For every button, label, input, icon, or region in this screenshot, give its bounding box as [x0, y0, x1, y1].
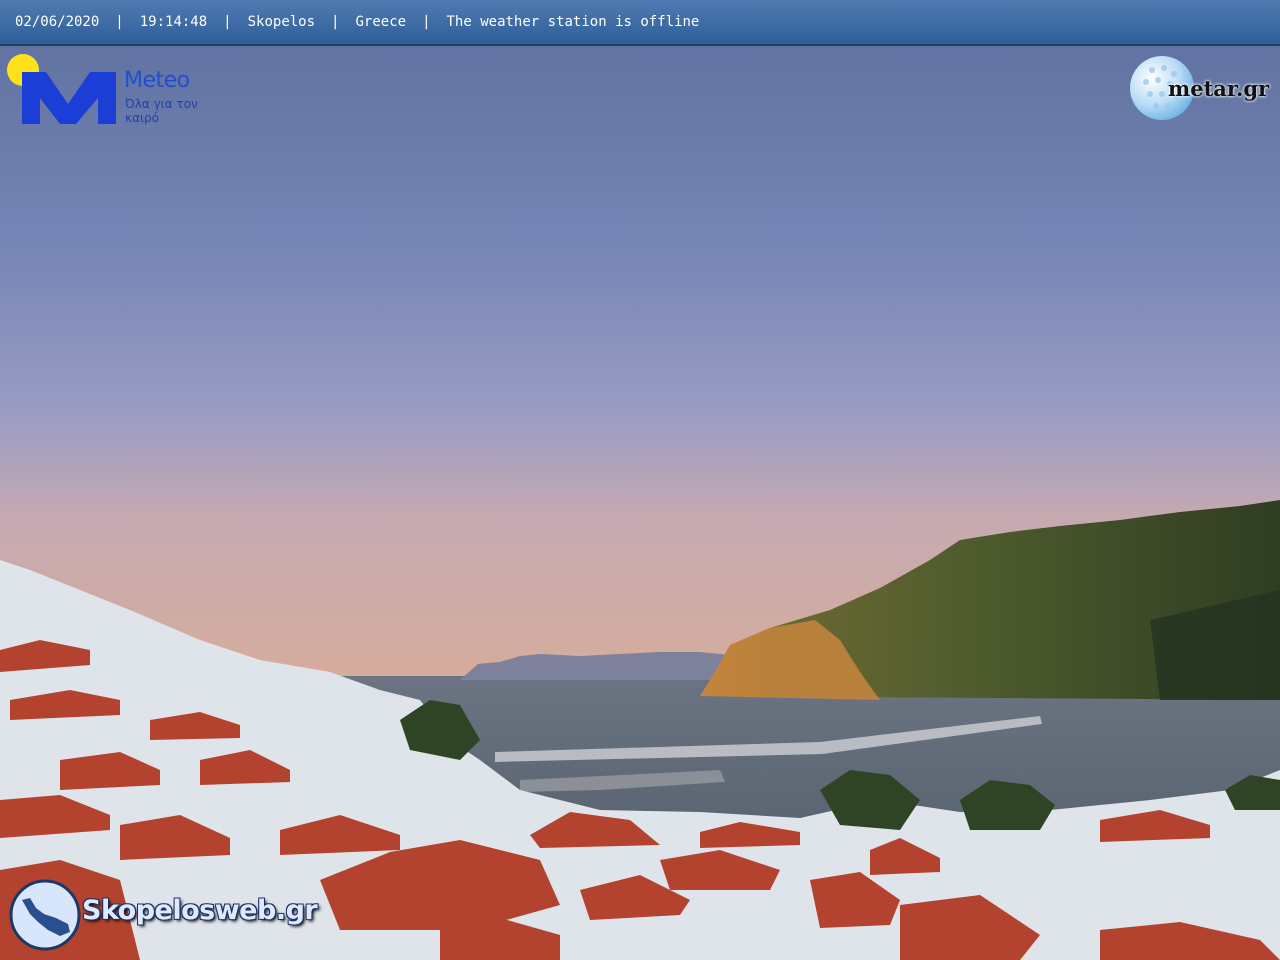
skopelosweb-logo: [9, 879, 81, 951]
station-status-text: The weather station is offline: [446, 14, 700, 30]
separator: |: [115, 14, 124, 30]
metar-brand-name: metar.gr: [1168, 76, 1270, 101]
separator: |: [422, 14, 431, 30]
skopelosweb-brand-name: Skopelosweb.gr: [82, 895, 318, 926]
separator: |: [223, 14, 232, 30]
separator: |: [331, 14, 340, 30]
location-text: Skopelos: [247, 14, 316, 30]
status-bar: 02/06/2020 | 19:14:48 | Skopelos | Greece | The …: [0, 0, 1280, 46]
meteo-slogan: Όλα για τον καιρό: [125, 97, 198, 125]
meteo-m-icon: [22, 72, 116, 124]
date-text: 02/06/2020: [15, 14, 100, 30]
meteo-brand-name: Meteo: [124, 68, 190, 93]
webcam-scene: [0, 0, 1280, 960]
country-text: Greece: [355, 14, 407, 30]
time-text: 19:14:48: [139, 14, 208, 30]
